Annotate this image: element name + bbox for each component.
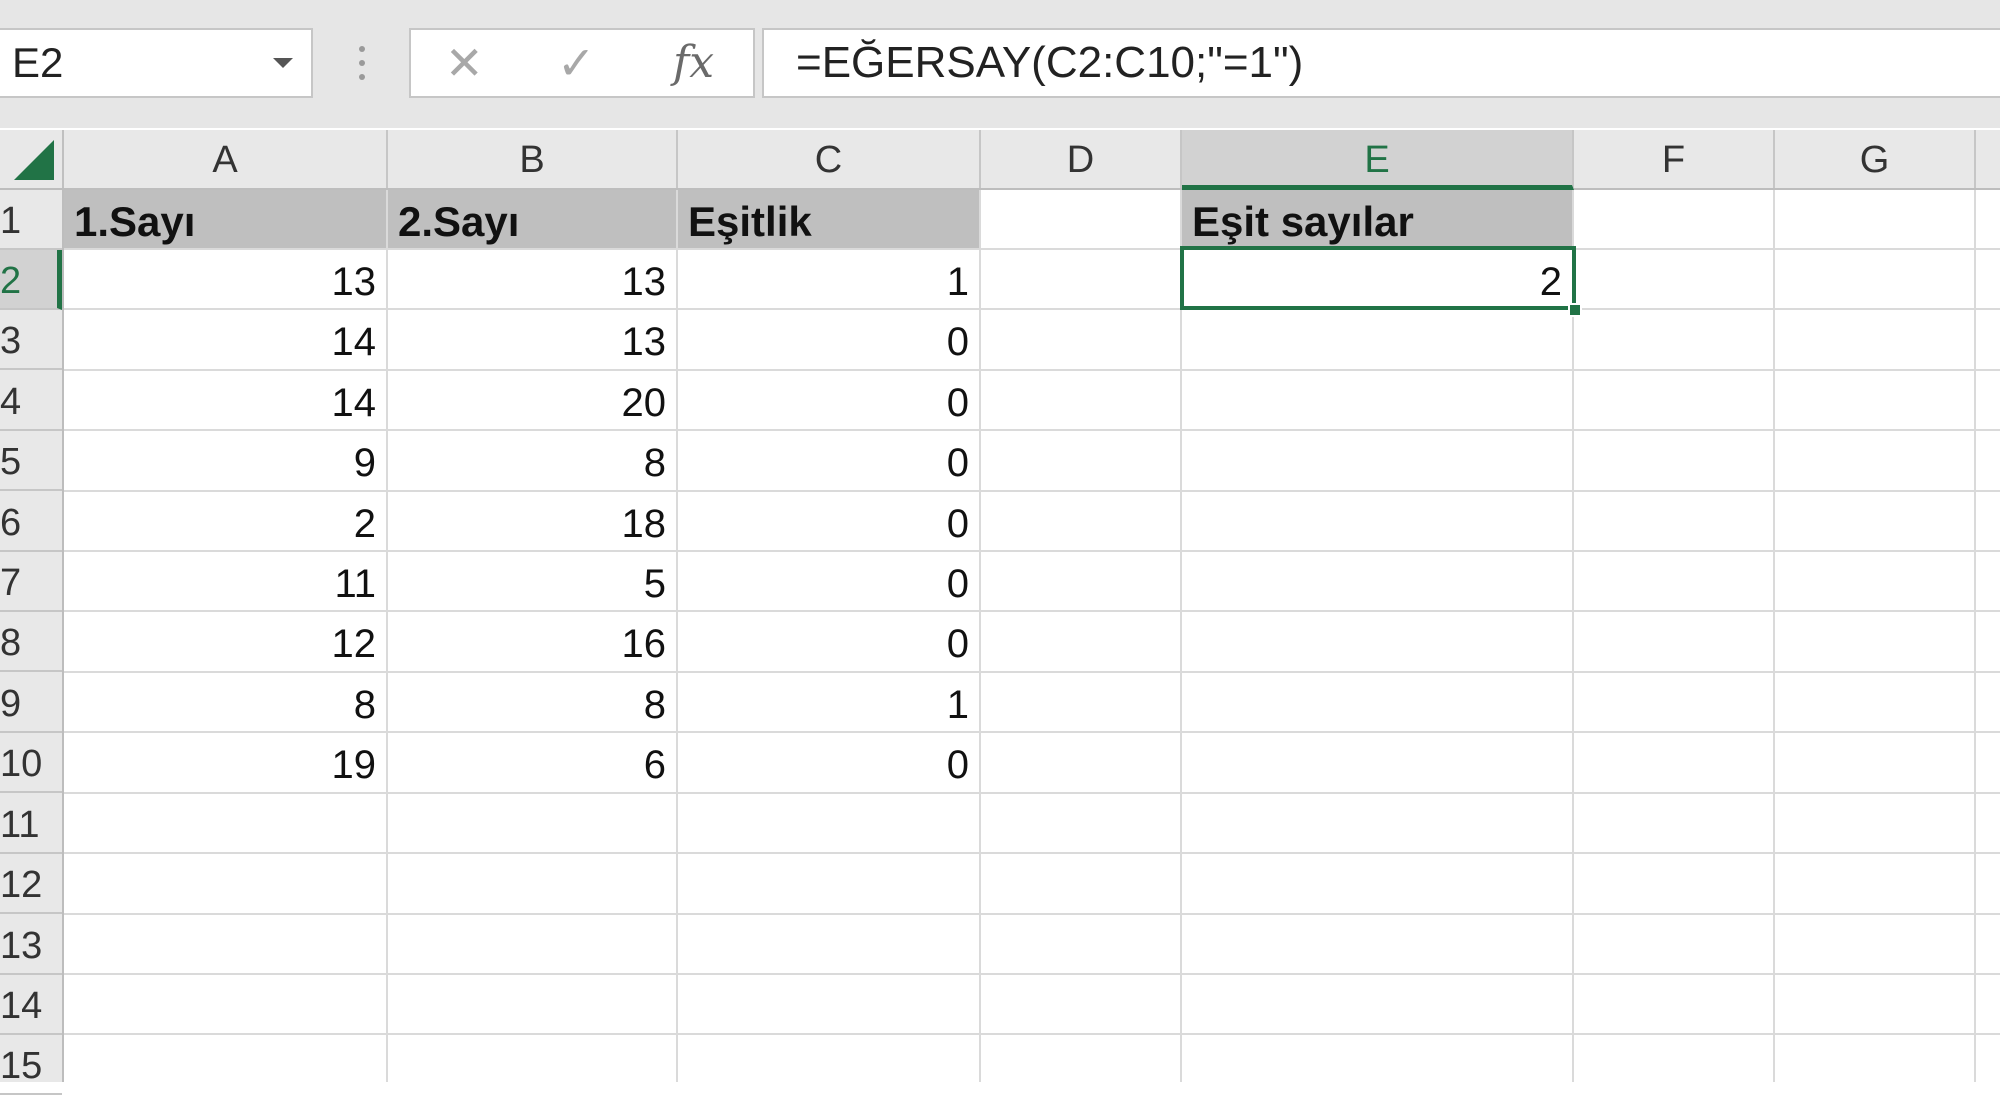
cell-b1[interactable]: 2.Sayı: [388, 190, 678, 250]
row-header-2[interactable]: 2: [0, 250, 62, 310]
cell-c2[interactable]: 1: [678, 250, 979, 310]
column-header-c[interactable]: C: [678, 130, 981, 188]
cell-c10[interactable]: 0: [678, 733, 979, 793]
row-header-10[interactable]: 10: [0, 733, 62, 793]
cell-c7[interactable]: 0: [678, 552, 979, 612]
formula-bar-area: E2 ✕ ✓ fx =EĞERSAY(C2:C10;"=1"): [0, 0, 2000, 128]
row-header-11[interactable]: 11: [0, 794, 62, 854]
cell-e1[interactable]: Eşit sayılar: [1182, 190, 1574, 250]
column-header-d[interactable]: D: [981, 130, 1182, 188]
drag-handle-icon[interactable]: [358, 46, 366, 86]
cell-b6[interactable]: 18: [388, 492, 676, 552]
cell-a5[interactable]: 9: [64, 431, 386, 491]
cell-a2[interactable]: 13: [64, 250, 386, 310]
cell-a7[interactable]: 11: [64, 552, 386, 612]
formula-buttons: ✕ ✓ fx: [409, 28, 755, 98]
row-header-bar: 1 2 3 4 5 6 7 8 9 10 11 12 13 14 15: [0, 190, 64, 1095]
row-header-7[interactable]: 7: [0, 552, 62, 612]
cell-c5[interactable]: 0: [678, 431, 979, 491]
cell-c6[interactable]: 0: [678, 492, 979, 552]
row-header-1[interactable]: 1: [0, 190, 62, 250]
cell-a9[interactable]: 8: [64, 673, 386, 733]
cell-b2[interactable]: 13: [388, 250, 676, 310]
close-icon[interactable]: ✕: [445, 30, 484, 96]
cell-c1[interactable]: Eşitlik: [678, 190, 981, 250]
select-all-icon: [14, 140, 54, 180]
column-header-g[interactable]: G: [1775, 130, 1976, 188]
selected-cell-border: [1180, 246, 1576, 310]
name-box-value: E2: [12, 39, 64, 86]
column-header-a[interactable]: A: [64, 130, 388, 188]
formula-text: =EĞERSAY(C2:C10;"=1"): [796, 38, 1304, 87]
row-header-15[interactable]: 15: [0, 1035, 62, 1095]
cell-b5[interactable]: 8: [388, 431, 676, 491]
cell-b3[interactable]: 13: [388, 310, 676, 370]
row-header-9[interactable]: 9: [0, 673, 62, 733]
select-all-button[interactable]: [0, 130, 64, 188]
cell-a10[interactable]: 19: [64, 733, 386, 793]
cell-a6[interactable]: 2: [64, 492, 386, 552]
row-header-13[interactable]: 13: [0, 915, 62, 975]
name-box[interactable]: E2: [0, 28, 313, 98]
cell-grid[interactable]: 1.Sayı 2.Sayı Eşitlik Eşit sayılar 13 14…: [64, 190, 2000, 1082]
cell-b9[interactable]: 8: [388, 673, 676, 733]
cell-c3[interactable]: 0: [678, 310, 979, 370]
column-header-e[interactable]: E: [1182, 130, 1574, 190]
cell-b8[interactable]: 16: [388, 612, 676, 672]
row-header-12[interactable]: 12: [0, 854, 62, 914]
fill-handle[interactable]: [1568, 303, 1582, 317]
formula-input[interactable]: =EĞERSAY(C2:C10;"=1"): [762, 28, 2000, 98]
check-icon[interactable]: ✓: [557, 30, 596, 96]
cell-c9[interactable]: 1: [678, 673, 979, 733]
cell-a8[interactable]: 12: [64, 612, 386, 672]
cell-a3[interactable]: 14: [64, 310, 386, 370]
cell-b10[interactable]: 6: [388, 733, 676, 793]
cell-a4[interactable]: 14: [64, 371, 386, 431]
cell-b7[interactable]: 5: [388, 552, 676, 612]
cell-b4[interactable]: 20: [388, 371, 676, 431]
insert-function-icon[interactable]: fx: [673, 30, 714, 96]
row-header-4[interactable]: 4: [0, 371, 62, 431]
row-header-14[interactable]: 14: [0, 975, 62, 1035]
chevron-down-icon[interactable]: [273, 58, 293, 68]
column-header-b[interactable]: B: [388, 130, 678, 188]
cell-c4[interactable]: 0: [678, 371, 979, 431]
row-header-3[interactable]: 3: [0, 310, 62, 370]
column-header-bar: A B C D E F G: [0, 130, 2000, 190]
row-header-8[interactable]: 8: [0, 612, 62, 672]
column-header-f[interactable]: F: [1574, 130, 1775, 188]
cell-a1[interactable]: 1.Sayı: [64, 190, 388, 250]
cell-c8[interactable]: 0: [678, 612, 979, 672]
row-header-5[interactable]: 5: [0, 431, 62, 491]
row-header-6[interactable]: 6: [0, 492, 62, 552]
